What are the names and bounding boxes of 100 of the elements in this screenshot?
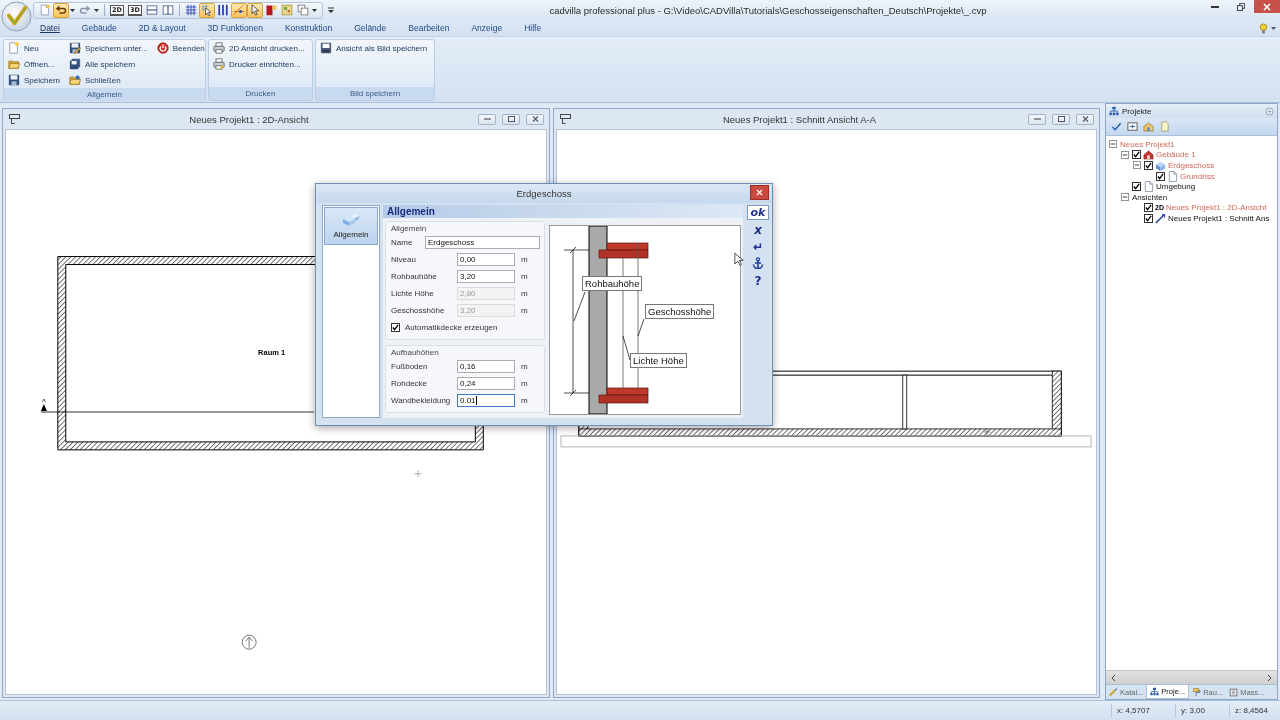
status-field: y: 3,00	[1175, 703, 1229, 718]
collapse-icon[interactable]	[1121, 150, 1129, 159]
checkbox[interactable]	[391, 323, 400, 332]
field-label: Name	[391, 238, 414, 247]
field-label: Wandbekleidung	[391, 396, 452, 405]
collapse-icon[interactable]	[1109, 140, 1117, 149]
ribbon-button[interactable]: Speichern unter...	[68, 40, 149, 56]
cursor-grid-icon	[200, 4, 213, 16]
palette-icon	[280, 4, 293, 16]
group-title: Allgemein	[391, 223, 428, 234]
tree-item[interactable]: Neues Projekt1 : 2D-Ansicht	[1165, 203, 1267, 213]
scroll-right-icon[interactable]	[1267, 673, 1272, 682]
grid-icon	[184, 4, 197, 16]
menu-tab[interactable]: Datei	[29, 20, 71, 36]
tree-item[interactable]: Grundriss	[1180, 171, 1215, 181]
restore-button[interactable]	[1052, 113, 1070, 125]
close-button[interactable]	[1076, 113, 1094, 125]
status-field: z: 8,4564	[1229, 703, 1274, 718]
input-field[interactable]: 0.01	[457, 394, 515, 407]
close-button[interactable]	[526, 113, 544, 125]
field-label: Geschosshöhe	[391, 306, 446, 315]
window-icon[interactable]	[9, 114, 20, 124]
horizontal-scrollbar[interactable]	[1106, 670, 1277, 684]
scroll-left-icon[interactable]	[1111, 673, 1116, 682]
tree-item[interactable]: Neues Projekt1 : Schnitt Ans	[1168, 213, 1270, 223]
menu-tab[interactable]: Gelände	[343, 20, 398, 36]
input-field[interactable]: Erdgeschoss	[425, 236, 540, 249]
vertical-lines-icon	[216, 4, 229, 16]
blocks-icon	[1155, 160, 1166, 171]
ribbon-button[interactable]: Öffnen...	[7, 56, 62, 72]
help-button[interactable]: ?	[747, 273, 769, 288]
dropdown-caret-icon[interactable]	[1271, 26, 1276, 30]
dropdown-caret-icon[interactable]	[94, 8, 99, 12]
ribbon-button[interactable]: Drucker einrichten...	[212, 56, 306, 72]
ok-button[interactable]: ok	[747, 205, 769, 220]
restore-icon	[1237, 2, 1245, 11]
tree-item[interactable]: Umgebung	[1156, 182, 1196, 192]
tree-item[interactable]: Erdgeschoss	[1168, 161, 1215, 170]
close-button[interactable]	[1254, 0, 1280, 13]
ribbon-button[interactable]: Schließen	[68, 72, 149, 88]
select-button[interactable]	[198, 2, 215, 18]
input-field[interactable]: 0,00	[457, 253, 515, 266]
ribbon-button[interactable]: 2D Ansicht drucken...	[212, 40, 306, 56]
checkbox-label: Automatikdecke erzeugen	[405, 323, 498, 332]
plus-box-icon[interactable]	[1127, 121, 1138, 132]
ribbon-button[interactable]: Neu	[7, 40, 62, 56]
menu-tab[interactable]: 3D Funktionen	[196, 20, 274, 36]
lightbulb-icon[interactable]	[1259, 22, 1268, 34]
checkbox[interactable]	[1132, 182, 1141, 192]
checkmark-icon[interactable]	[1111, 121, 1122, 132]
dropdown-caret-icon[interactable]	[311, 8, 317, 12]
house-icon[interactable]	[1143, 121, 1154, 132]
collapse-icon[interactable]	[1121, 193, 1129, 202]
window-icon[interactable]	[560, 114, 571, 124]
input-field[interactable]: 0,24	[457, 377, 515, 390]
restore-icon	[1057, 116, 1065, 122]
ribbon-button[interactable]: Beenden	[155, 40, 206, 56]
tree-item[interactable]: Gebäude 1	[1156, 150, 1196, 160]
cancel-button[interactable]: x	[747, 222, 769, 237]
close-icon	[1263, 2, 1271, 11]
new-file-icon	[39, 4, 51, 16]
restore-button[interactable]	[502, 113, 520, 125]
split-vertical-button[interactable]	[159, 2, 176, 18]
palette-button[interactable]	[278, 2, 295, 18]
checkmark-icon	[392, 324, 399, 331]
ribbon-button[interactable]: Ansicht als Bild speichern	[319, 40, 429, 56]
menu-tab[interactable]: Gebäude	[70, 20, 128, 36]
window-title: Neues Projekt1 : Schnitt Ansicht A-A	[721, 113, 878, 125]
checkbox[interactable]	[1144, 203, 1153, 213]
input-field[interactable]: 0,16	[457, 360, 515, 373]
menu-tab[interactable]: Konstruktion	[273, 20, 344, 36]
checkbox[interactable]	[1144, 161, 1153, 170]
category-item[interactable]: Allgemein	[324, 207, 378, 245]
menu-tab[interactable]: Hilfe	[513, 20, 553, 36]
arrow-circle-icon	[241, 634, 257, 650]
menu-tab[interactable]: Bearbeiten	[397, 20, 461, 36]
anchor-icon[interactable]	[752, 257, 764, 269]
checkbox[interactable]	[1156, 171, 1165, 181]
tree-item[interactable]: Neues Projekt1	[1120, 139, 1175, 149]
pointer-button[interactable]	[246, 2, 263, 18]
dimension-label: Rohbauhöhe	[582, 276, 643, 291]
ribbon-button[interactable]: Speichern	[7, 72, 62, 88]
unit-label: m	[521, 289, 528, 298]
close-icon	[1081, 116, 1089, 122]
input-field[interactable]: 3,20	[457, 270, 515, 283]
group-title: Aufbauhöhen	[391, 347, 440, 358]
apply-button[interactable]: ↵	[747, 239, 769, 254]
dimension-label: Geschosshöhe	[645, 304, 715, 319]
checkbox[interactable]	[1132, 150, 1141, 160]
menu-tab[interactable]: Anzeige	[460, 20, 514, 36]
dropdown-caret-icon[interactable]	[70, 8, 75, 12]
customize-caret-icon[interactable]	[327, 7, 334, 13]
tree-item[interactable]: Ansichten	[1132, 192, 1168, 202]
close-button[interactable]	[750, 185, 769, 200]
ribbon-button[interactable]: Alle speichern	[68, 56, 149, 72]
menu-tab[interactable]: 2D & Layout	[127, 20, 197, 36]
split-horizontal-button[interactable]	[143, 2, 160, 18]
undo-button[interactable]	[53, 2, 69, 18]
minimize-icon	[483, 116, 491, 122]
checkbox[interactable]	[1144, 213, 1153, 223]
